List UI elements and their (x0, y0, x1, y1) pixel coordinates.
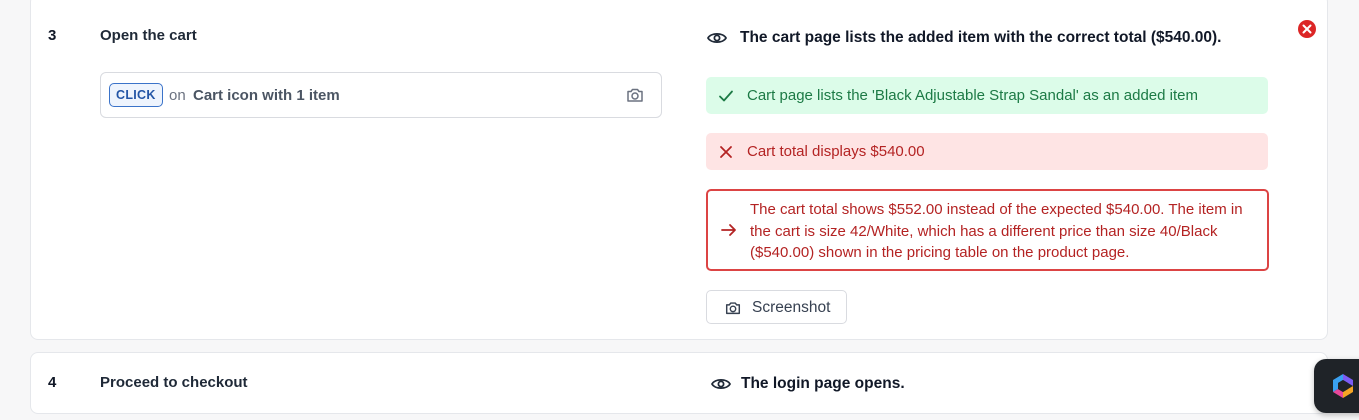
check-text: Cart total displays $540.00 (747, 143, 925, 160)
check-fail-row: Cart total displays $540.00 (706, 133, 1268, 170)
step-title: Open the cart (100, 27, 197, 44)
expectation-text: The login page opens. (741, 375, 905, 392)
camera-icon[interactable] (625, 85, 645, 105)
action-type-badge: CLICK (109, 83, 163, 107)
expectation-text: The cart page lists the added item with … (740, 29, 1222, 46)
check-text: Cart page lists the 'Black Adjustable St… (747, 87, 1198, 104)
step-number: 3 (48, 27, 57, 44)
arrow-right-icon (721, 224, 736, 236)
camera-icon (725, 302, 741, 315)
eye-icon (710, 378, 732, 390)
screenshot-label: Screenshot (752, 299, 831, 316)
step-card-4: 4 Proceed to checkout The login page ope… (30, 352, 1328, 414)
check-icon (719, 90, 733, 102)
x-icon (720, 146, 732, 158)
step-title: Proceed to checkout (100, 374, 248, 391)
eye-icon (706, 32, 728, 44)
screenshot-button[interactable]: Screenshot (706, 290, 847, 324)
assistant-button[interactable] (1314, 359, 1359, 413)
step-card-3: 3 Open the cart CLICK on Cart icon with … (30, 0, 1328, 340)
action-connector: on (169, 87, 186, 104)
failure-reason-text: The cart total shows $552.00 instead of … (750, 201, 1243, 261)
close-circle-icon[interactable] (1297, 19, 1317, 39)
action-box: CLICK on Cart icon with 1 item (100, 72, 662, 118)
step-number: 4 (48, 374, 57, 391)
assistant-logo-icon (1333, 374, 1353, 398)
action-target: Cart icon with 1 item (193, 87, 340, 104)
check-pass-row: Cart page lists the 'Black Adjustable St… (706, 77, 1268, 114)
failure-reason-box: The cart total shows $552.00 instead of … (706, 189, 1269, 271)
